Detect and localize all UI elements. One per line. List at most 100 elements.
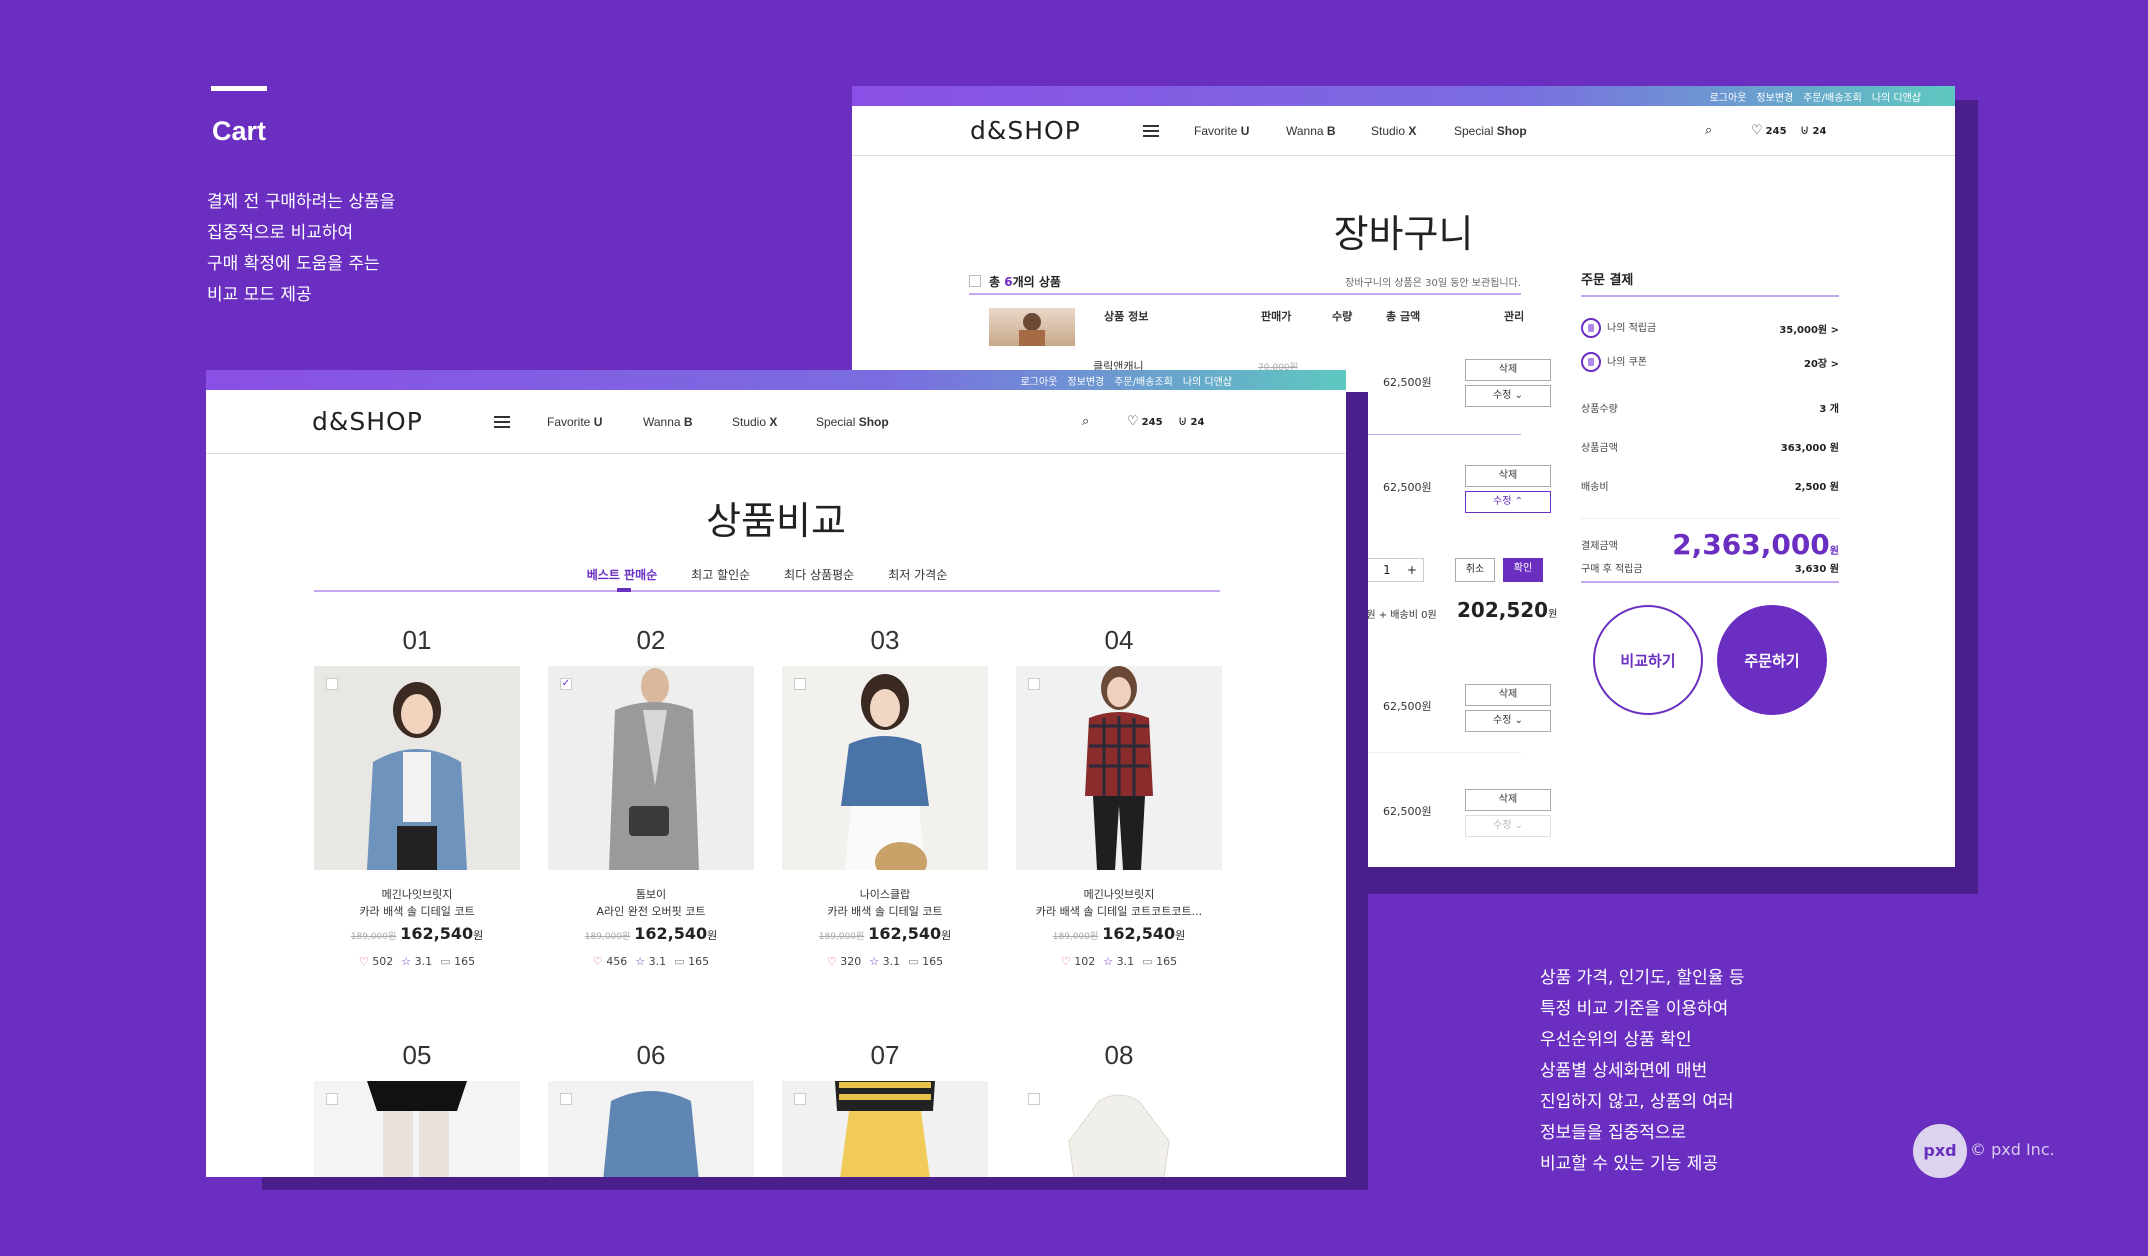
order-button[interactable]: 주문하기 [1717, 605, 1827, 715]
product-image[interactable] [314, 666, 520, 870]
quantity-row: 상품수량 3 개 [1581, 404, 1839, 415]
product-checkbox[interactable] [326, 1093, 338, 1105]
description-line: 정보들을 집중적으로 [1540, 1123, 1687, 1143]
product-name: 카라 배색 솔 디테일 코트 [827, 905, 943, 918]
nav-special-shop[interactable]: Special Shop [1454, 124, 1527, 138]
product-number: 01 [402, 625, 432, 655]
product-image[interactable] [548, 1081, 754, 1177]
column-manage: 관리 [1504, 310, 1525, 323]
product-card[interactable]: 05 [314, 1040, 520, 1177]
cancel-button[interactable]: 취소 [1455, 558, 1495, 582]
pay-amount: 2,363,000원 [1672, 528, 1839, 561]
delete-button[interactable]: 삭제 [1465, 789, 1551, 811]
product-brand: 메긴나잇브릿지 [381, 888, 453, 901]
tab-most-reviews[interactable]: 최다 상품평순 [784, 558, 854, 590]
tab-lowest-price[interactable]: 최저 가격순 [888, 558, 947, 590]
wishlist-button[interactable]: ♡ 245 [1751, 123, 1787, 138]
after-points-row: 구매 후 적립금 3,630 원 [1581, 560, 1839, 583]
description-line: 구매 확정에 도움을 주는 [207, 254, 380, 274]
points-icon [1581, 318, 1601, 338]
search-icon[interactable]: ⌕ [1705, 123, 1712, 138]
nav-wanna-b[interactable]: Wanna B [643, 415, 693, 429]
delete-button[interactable]: 삭제 [1465, 465, 1551, 487]
product-price: 189,000원 162,540원 [1052, 924, 1186, 943]
edit-button[interactable]: 수정 ⌄ [1465, 710, 1551, 732]
product-image[interactable] [782, 1081, 988, 1177]
product-image[interactable] [782, 666, 988, 870]
description-line: 특정 비교 기준을 이용하여 [1540, 999, 1729, 1019]
product-card[interactable]: 07 [782, 1040, 988, 1177]
product-card[interactable]: 08 [1016, 1040, 1222, 1177]
select-all-checkbox[interactable] [969, 275, 981, 287]
comment-icon: ▭ [440, 955, 451, 968]
nav-wanna-b[interactable]: Wanna B [1286, 124, 1336, 138]
product-image[interactable] [1016, 1081, 1222, 1177]
my-shop-link[interactable]: 나의 디앤샵 [1183, 373, 1232, 388]
cart-item-thumbnail[interactable] [989, 308, 1075, 346]
logout-link[interactable]: 로그아웃 [1710, 89, 1747, 104]
wishlist-button[interactable]: ♡ 245 [1127, 414, 1163, 429]
nav-studio-x[interactable]: Studio X [732, 415, 777, 429]
top-links: 로그아웃 정보변경 주문/배송조회 나의 디앤샵 [206, 370, 1346, 390]
pxd-logo: pxd [1913, 1124, 1967, 1178]
column-sale-price: 판매가 [1261, 310, 1292, 323]
nav-favorite-u[interactable]: Favorite U [547, 415, 602, 429]
product-stats: ♡ 320 ☆ 3.1 ▭ 165 [826, 955, 944, 968]
tab-best-selling[interactable]: 베스트 판매순 [587, 558, 657, 592]
product-checkbox[interactable] [794, 1093, 806, 1105]
description-line: 집중적으로 비교하여 [207, 223, 354, 243]
tab-top-discount[interactable]: 최고 할인순 [691, 558, 750, 590]
product-checkbox[interactable] [1028, 678, 1040, 690]
coupon-row[interactable]: 나의 쿠폰 20장 > [1581, 352, 1839, 372]
logout-link[interactable]: 로그아웃 [1021, 373, 1058, 388]
my-shop-link[interactable]: 나의 디앤샵 [1872, 89, 1921, 104]
product-image[interactable] [314, 1081, 520, 1177]
menu-icon[interactable] [494, 415, 510, 428]
delete-button[interactable]: 삭제 [1465, 359, 1551, 381]
sort-tabs: 베스트 판매순 최고 할인순 최다 상품평순 최저 가격순 [314, 558, 1220, 592]
confirm-button[interactable]: 확인 [1503, 558, 1543, 582]
product-checkbox[interactable] [1028, 1093, 1040, 1105]
edit-button-disabled[interactable]: 수정 ⌄ [1465, 815, 1551, 837]
product-card[interactable]: 03 나이스클랍 카라 배색 솔 디테일 코트 189,000원 162,540원… [782, 625, 988, 968]
shipping-row: 배송비 2,500 원 [1581, 482, 1839, 493]
cart-button[interactable]: ⊍ 24 [1800, 123, 1826, 138]
compare-button[interactable]: 비교하기 [1593, 605, 1703, 715]
edit-button-open[interactable]: 수정 ⌃ [1465, 491, 1551, 513]
menu-icon[interactable] [1143, 124, 1159, 137]
product-checkbox[interactable] [794, 678, 806, 690]
product-checkbox[interactable] [326, 678, 338, 690]
delete-button[interactable]: 삭제 [1465, 684, 1551, 706]
edit-button[interactable]: 수정 ⌄ [1465, 385, 1551, 407]
product-card[interactable]: 02 ✓ 톰보이 A라인 완전 오버핏 코트 189,000원 162,540원 … [548, 625, 754, 968]
product-card[interactable]: 06 [548, 1040, 754, 1177]
product-stats: ♡ 102 ☆ 3.1 ▭ 165 [1060, 955, 1178, 968]
site-logo[interactable]: d&SHOP [970, 116, 1081, 145]
nav-favorite-u[interactable]: Favorite U [1194, 124, 1249, 138]
order-tracking-link[interactable]: 주문/배송조회 [1114, 373, 1173, 388]
product-card[interactable]: 04 메긴나잇브릿지 카라 배색 솔 디테일 코트코트코트... 189,000… [1016, 625, 1222, 968]
nav-special-shop[interactable]: Special Shop [816, 415, 889, 429]
order-tracking-link[interactable]: 주문/배송조회 [1803, 89, 1862, 104]
row-total-price: 62,500원 [1383, 700, 1432, 713]
product-image[interactable] [1016, 666, 1222, 870]
description-line: 비교 모드 제공 [207, 285, 312, 305]
product-name: 카라 배색 솔 디테일 코트 [359, 905, 475, 918]
product-image[interactable]: ✓ [548, 666, 754, 870]
edit-info-link[interactable]: 정보변경 [1756, 89, 1793, 104]
site-logo[interactable]: d&SHOP [312, 407, 423, 436]
cart-button[interactable]: ⊍ 24 [1178, 414, 1204, 429]
search-icon[interactable]: ⌕ [1082, 414, 1089, 429]
product-checkbox[interactable]: ✓ [560, 678, 572, 690]
points-row[interactable]: 나의 적립금 35,000원 > [1581, 318, 1839, 338]
plus-icon[interactable]: + [1407, 563, 1417, 577]
comment-icon: ▭ [908, 955, 919, 968]
product-card[interactable]: 01 메긴나잇브릿지 카라 배색 솔 디테일 코트 189,000원 162,54… [314, 625, 520, 968]
top-links: 로그아웃 정보변경 주문/배송조회 나의 디앤샵 [852, 86, 1955, 106]
star-icon: ☆ [1103, 955, 1114, 968]
product-name: A라인 완전 오버핏 코트 [596, 905, 706, 918]
edit-info-link[interactable]: 정보변경 [1067, 373, 1104, 388]
cart-note: 장바구니의 상품은 30일 동안 보관됩니다. [1345, 277, 1521, 289]
product-checkbox[interactable] [560, 1093, 572, 1105]
nav-studio-x[interactable]: Studio X [1371, 124, 1416, 138]
